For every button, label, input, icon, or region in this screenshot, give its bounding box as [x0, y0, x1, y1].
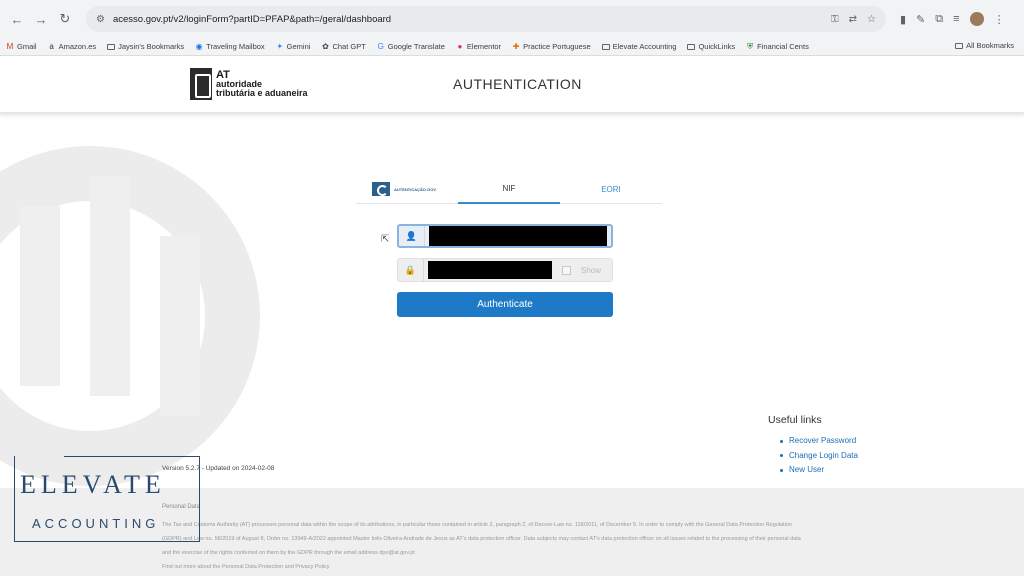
bookmark-item[interactable]: Jaysin's Bookmarks	[107, 42, 184, 51]
site-info-icon[interactable]: ⚙	[96, 14, 105, 25]
link-new-user[interactable]: New User	[780, 463, 858, 478]
footer-text: The Tax and Customs Authority (AT) proce…	[162, 518, 862, 574]
elevate-accounting-logo: ELEVATE ACCOUNTING	[14, 456, 200, 542]
bookmark-item[interactable]: ✿ Chat GPT	[321, 42, 366, 51]
at-emblem-icon	[190, 68, 212, 100]
sparkle-icon: ✦	[276, 42, 284, 51]
useful-links-title: Useful links	[768, 414, 822, 426]
bookmark-item[interactable]: ◉ Traveling Mailbox	[195, 42, 265, 51]
amazon-icon: a	[49, 42, 54, 51]
elementor-icon: ●	[457, 42, 463, 51]
bookmark-item[interactable]: Elevate Accounting	[601, 42, 677, 51]
bookmark-label: QuickLinks	[698, 42, 736, 51]
at-logo[interactable]: AT autoridade tributária e aduaneira	[190, 68, 308, 100]
bookmark-label: Gemini	[286, 42, 311, 51]
puzzle-icon[interactable]: ⧉	[935, 13, 943, 26]
key-icon[interactable]: ⚿	[831, 14, 839, 25]
gmail-icon: M	[6, 42, 14, 51]
folder-icon	[687, 43, 696, 50]
folder-icon	[955, 42, 964, 49]
bookmark-label: Gmail	[17, 42, 37, 51]
tab-eori[interactable]: EORI	[560, 174, 662, 204]
bookmark-item[interactable]: ● Elementor	[456, 42, 501, 51]
browser-toolbar: ← → ↻ ⚙ acesso.gov.pt/v2/loginForm?partI…	[0, 0, 1024, 38]
pen-icon[interactable]: ✎	[916, 13, 925, 26]
all-bookmarks-label: All Bookmarks	[966, 41, 1014, 50]
url-text[interactable]: acesso.gov.pt/v2/loginForm?partID=PFAP&p…	[113, 14, 831, 25]
bookmark-label: Practice Portuguese	[523, 42, 591, 51]
forward-arrow-icon[interactable]: →	[30, 8, 52, 30]
bookmark-label: Amazon.es	[58, 42, 97, 51]
bookmark-item[interactable]: M Gmail	[6, 42, 37, 51]
footer-line-4[interactable]: Find out more about the Personal Data Pr…	[162, 560, 862, 574]
accounting-word: ACCOUNTING	[32, 516, 160, 531]
bookmark-label: Financial Cents	[757, 42, 809, 51]
login-tabs: AUTENTICAÇÃO.GOV NIF EORI	[356, 174, 662, 204]
authenticate-button[interactable]: Authenticate	[397, 292, 613, 317]
bookmark-item[interactable]: ✚ Practice Portuguese	[512, 42, 591, 51]
folder-icon	[107, 43, 116, 50]
elevate-word: ELEVATE	[20, 470, 166, 499]
bookmark-label: Traveling Mailbox	[206, 42, 265, 51]
useful-links-list: Recover Password Change Login Data New U…	[780, 434, 858, 478]
bookmark-label: Elevate Accounting	[612, 42, 677, 51]
bookmark-label: Jaysin's Bookmarks	[118, 42, 185, 51]
show-password-label: Show	[581, 265, 602, 275]
chatgpt-icon: ✿	[322, 42, 329, 51]
tab-autenticacao-gov[interactable]: AUTENTICAÇÃO.GOV	[356, 174, 458, 204]
autenticacao-gov-logo-icon	[372, 182, 390, 196]
tab-nif[interactable]: NIF	[458, 174, 560, 204]
folder-icon	[601, 43, 610, 50]
extension-icon[interactable]: ▮	[900, 13, 906, 26]
user-icon: 👤	[399, 226, 425, 246]
logo-line-2: tributária e aduaneira	[216, 87, 308, 98]
bookmarks-bar: M Gmail a Amazon.es Jaysin's Bookmarks ◉ Trave…	[0, 38, 1024, 56]
translate-icon: G	[377, 42, 384, 51]
shield-icon: ⛨	[747, 41, 754, 51]
footer-line-1: The Tax and Customs Authority (AT) proce…	[162, 522, 792, 528]
link-recover-password[interactable]: Recover Password	[780, 434, 858, 449]
nif-field[interactable]: 👤	[397, 224, 613, 248]
menu-icon[interactable]: ⋮	[994, 13, 1005, 26]
bookmark-label: Elementor	[466, 42, 502, 51]
address-bar[interactable]: ⚙ acesso.gov.pt/v2/loginForm?partID=PFAP…	[86, 6, 886, 32]
bookmark-item[interactable]: QuickLinks	[687, 42, 735, 51]
bookmark-item[interactable]: ✦ Gemini	[276, 42, 311, 51]
background-watermark	[0, 116, 260, 496]
show-password-checkbox[interactable]	[562, 265, 571, 275]
footer-line-3: and the exercise of the rights conferred…	[162, 550, 415, 556]
all-bookmarks[interactable]: All Bookmarks	[955, 41, 1014, 50]
star-icon[interactable]: ☆	[867, 14, 876, 25]
bookmark-item[interactable]: G Google Translate	[377, 42, 445, 51]
autenticacao-gov-label: AUTENTICAÇÃO.GOV	[394, 186, 436, 192]
page-title: AUTHENTICATION	[453, 76, 582, 92]
bookmark-item[interactable]: a Amazon.es	[48, 42, 97, 51]
back-arrow-icon[interactable]: ←	[6, 8, 28, 30]
show-password-toggle[interactable]: Show	[562, 265, 602, 275]
bookmark-label: Chat GPT	[332, 42, 366, 51]
mouse-cursor-icon: ⇱	[381, 234, 390, 245]
page-header: AT autoridade tributária e aduaneira AUT…	[0, 56, 1024, 114]
media-icon[interactable]: ≡	[953, 13, 959, 25]
globe-icon: ◉	[195, 42, 203, 51]
profile-avatar[interactable]	[969, 12, 984, 26]
redacted-nif-value[interactable]	[429, 226, 607, 246]
translate-icon[interactable]: ⇄	[849, 14, 857, 25]
password-field[interactable]: 🔒 Show	[397, 258, 613, 282]
puzzle-icon: ✚	[512, 42, 520, 51]
footer-line-2: (GDPR) and Law no. 58/2019 of August 8, …	[162, 536, 801, 542]
reload-icon[interactable]: ↻	[54, 8, 76, 30]
link-change-login-data[interactable]: Change Login Data	[780, 449, 858, 464]
redacted-password-value[interactable]	[428, 261, 552, 279]
bookmark-label: Google Translate	[387, 42, 445, 51]
lock-icon: 🔒	[398, 259, 424, 281]
bookmark-item[interactable]: ⛨ Financial Cents	[746, 41, 809, 52]
